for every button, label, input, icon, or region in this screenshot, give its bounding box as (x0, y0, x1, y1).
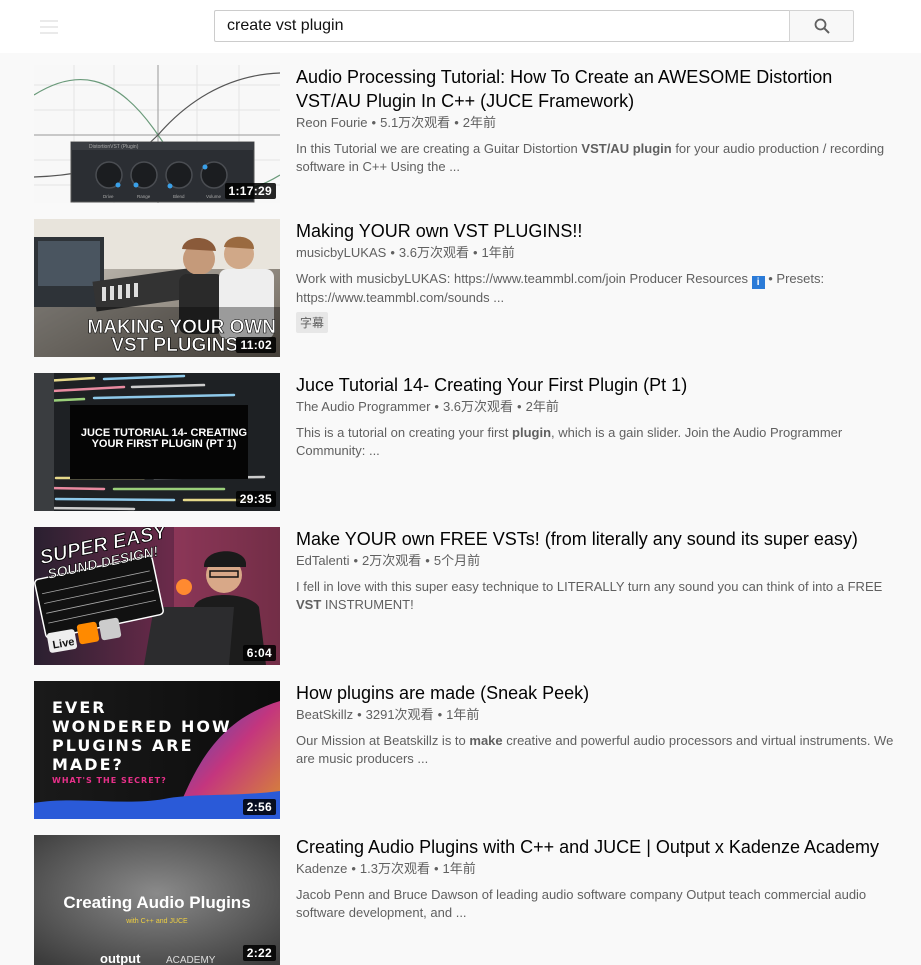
video-meta: musicbyLUKAS • 3.6万次观看 • 1年前 (296, 245, 515, 260)
description-text: Work with musicbyLUKAS: https://www.team… (296, 271, 749, 286)
description-text: Jacob Penn and Bruce Dawson of leading a… (296, 887, 867, 920)
video-title[interactable]: Audio Processing Tutorial: How To Create… (296, 65, 896, 113)
video-meta: Reon Fourie • 5.1万次观看 • 2年前 (296, 115, 496, 130)
video-description: I fell in love with this super easy tech… (296, 578, 896, 614)
video-description: Work with musicbyLUKAS: https://www.team… (296, 270, 896, 306)
video-title[interactable]: Creating Audio Plugins with C++ and JUCE… (296, 835, 896, 859)
video-description: Our Mission at Beatskillz is to make cre… (296, 732, 896, 768)
video-result[interactable]: MAKING YOUR OWN VST PLUGINS 11:02 Making… (34, 219, 904, 357)
thumbnail-text: with C++ and JUCE (125, 918, 188, 925)
search-input[interactable] (215, 11, 790, 41)
subtitles-badge: 字幕 (296, 312, 329, 333)
upload-age: 5个月前 (433, 553, 481, 568)
video-thumbnail[interactable]: DistortionVST (Plugin) Drive Range Blend… (34, 65, 280, 203)
channel-name[interactable]: musicbyLUKAS (296, 245, 386, 260)
search-button[interactable] (789, 10, 854, 42)
video-thumbnail[interactable]: JUCE TUTORIAL 14- CREATING YOUR FIRST PL… (34, 373, 280, 511)
channel-name[interactable]: The Audio Programmer (296, 399, 430, 414)
video-title[interactable]: Making YOUR own VST PLUGINS!! (296, 219, 896, 243)
view-count: 5.1万次观看 (380, 115, 451, 130)
thumbnail-text: EVER (52, 698, 107, 717)
video-result[interactable]: SUPER EASY SOUND DESIGN! Live 6:04 Make … (34, 527, 904, 665)
video-thumbnail[interactable]: SUPER EASY SOUND DESIGN! Live 6:04 (34, 527, 280, 665)
video-meta: The Audio Programmer • 3.6万次观看 • 2年前 (296, 399, 559, 414)
video-meta: Kadenze • 1.3万次观看 • 1年前 (296, 861, 476, 876)
view-count: 2万次观看 (362, 553, 422, 568)
top-bar (0, 0, 921, 53)
thumbnail-text: WONDERED HOW (52, 717, 232, 736)
view-count: 1.3万次观看 (359, 861, 430, 876)
info-icon: i (751, 276, 765, 289)
video-thumbnail[interactable]: EVER WONDERED HOW PLUGINS ARE MADE? WHAT… (34, 681, 280, 819)
description-text: INSTRUMENT! (321, 597, 414, 612)
description-text: I fell in love with this super easy tech… (296, 579, 883, 594)
thumbnail-text: WHAT'S THE SECRET? (52, 776, 167, 785)
video-duration: 1:17:29 (224, 183, 276, 199)
video-duration: 2:56 (242, 799, 276, 815)
view-count: 3291次观看 (365, 707, 434, 722)
video-title[interactable]: Juce Tutorial 14- Creating Your First Pl… (296, 373, 896, 397)
knob-label: Blend (173, 194, 185, 199)
menu-icon[interactable] (40, 18, 96, 38)
knob-label: Drive (103, 194, 114, 199)
thumbnail-text: Creating Audio Plugins (63, 893, 250, 912)
video-description: In this Tutorial we are creating a Guita… (296, 140, 896, 176)
description-highlight: VST/AU (581, 141, 630, 156)
description-highlight: plugin (512, 425, 552, 440)
video-thumbnail[interactable]: MAKING YOUR OWN VST PLUGINS 11:02 (34, 219, 280, 357)
video-duration: 6:04 (242, 645, 276, 661)
channel-name[interactable]: Kadenze (296, 861, 347, 876)
channel-name[interactable]: Reon Fourie (296, 115, 368, 130)
video-duration: 11:02 (236, 337, 276, 353)
description-text: This is a tutorial on creating your firs… (296, 425, 513, 440)
upload-age: 2年前 (525, 399, 559, 414)
search-icon (814, 18, 830, 34)
view-count: 3.6万次观看 (442, 399, 514, 414)
video-meta: BeatSkillz • 3291次观看 • 1年前 (296, 707, 480, 722)
description-highlight: VST (296, 597, 322, 612)
view-count: 3.6万次观看 (398, 245, 469, 260)
video-description: This is a tutorial on creating your firs… (296, 424, 896, 460)
academy-logo: ACADEMY (166, 955, 216, 965)
thumbnail-text: VST PLUGINS (111, 335, 238, 356)
upload-age: 1年前 (446, 707, 480, 722)
video-result[interactable]: EVER WONDERED HOW PLUGINS ARE MADE? WHAT… (34, 681, 904, 819)
search-results: DistortionVST (Plugin) Drive Range Blend… (0, 53, 921, 965)
description-highlight: make (469, 733, 503, 748)
video-thumbnail[interactable]: Creating Audio Plugins with C++ and JUCE… (34, 835, 280, 965)
upload-age: 2年前 (462, 115, 496, 130)
knob-label: Volume (206, 194, 222, 199)
video-meta: EdTalenti • 2万次观看 • 5个月前 (296, 553, 481, 568)
video-duration: 29:35 (235, 491, 276, 507)
video-result[interactable]: DistortionVST (Plugin) Drive Range Blend… (34, 65, 904, 203)
search-box[interactable] (214, 10, 790, 42)
video-description: Jacob Penn and Bruce Dawson of leading a… (296, 886, 896, 922)
video-title[interactable]: Make YOUR own FREE VSTs! (from literally… (296, 527, 896, 551)
video-title[interactable]: How plugins are made (Sneak Peek) (296, 681, 896, 705)
video-result[interactable]: Creating Audio Plugins with C++ and JUCE… (34, 835, 904, 965)
channel-name[interactable]: EdTalenti (296, 553, 349, 568)
description-text: Our Mission at Beatskillz is to (296, 733, 470, 748)
video-duration: 2:22 (242, 945, 276, 961)
thumbnail-text: MADE? (52, 755, 124, 774)
thumbnail-text: PLUGINS ARE (52, 736, 194, 755)
video-result[interactable]: JUCE TUTORIAL 14- CREATING YOUR FIRST PL… (34, 373, 904, 511)
upload-age: 1年前 (442, 861, 476, 876)
description-text: In this Tutorial we are creating a Guita… (296, 141, 582, 156)
knob-label: Range (137, 194, 151, 199)
channel-name[interactable]: BeatSkillz (296, 707, 353, 722)
description-highlight: plugin (632, 141, 672, 156)
output-logo: output (100, 951, 141, 965)
upload-age: 1年前 (481, 245, 515, 260)
thumbnail-text: YOUR FIRST PLUGIN (PT 1) (92, 438, 237, 450)
plugin-window-title: DistortionVST (Plugin) (89, 144, 139, 150)
